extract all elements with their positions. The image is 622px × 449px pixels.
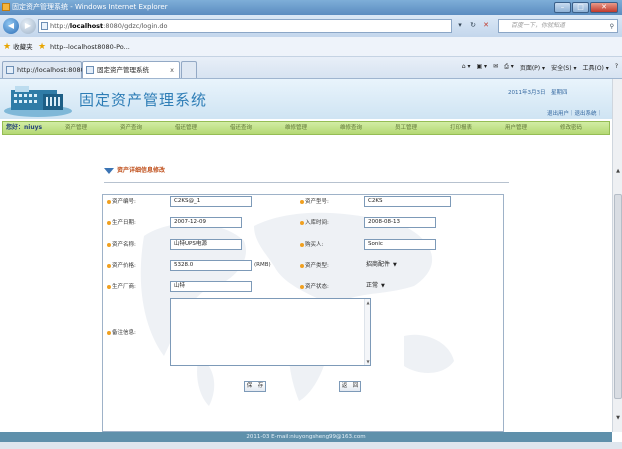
page-icon: [41, 22, 48, 30]
asset-name-input[interactable]: 山特UPS电源: [170, 239, 242, 250]
forward-arrow-icon[interactable]: ▶: [20, 18, 36, 34]
panel-title: 资产详细信息修改: [104, 164, 165, 178]
price-unit: (RMB): [254, 262, 271, 268]
back-arrow-icon[interactable]: ◀: [3, 18, 19, 34]
address-tools: ▾ ↻ ✕: [455, 20, 491, 30]
notes-label: 备注信息:: [107, 328, 136, 338]
tab-localhost[interactable]: http://localhost:8080/Po...: [2, 61, 101, 78]
buyer-label: 购买人:: [300, 240, 323, 250]
help-icon[interactable]: ?: [615, 63, 618, 72]
page-content: 固定资产管理系统 2011年3月3日 星期四 退出用户｜退出系统｜ 您好：niu…: [0, 79, 612, 432]
textarea-scrollbar[interactable]: ▲ ▼: [364, 299, 370, 365]
command-bar: ⌂ ▾ ▣ ▾ ✉ ⎙ ▾ 页面(P) ▾ 安全(S) ▾ 工具(O) ▾ ?: [462, 63, 618, 72]
menu-item-user-manage[interactable]: 用户管理: [505, 122, 527, 134]
tab-asset-system[interactable]: 固定资产管理系统 x: [82, 61, 180, 78]
site-brand-title: 固定资产管理系统: [79, 91, 208, 109]
save-button[interactable]: 保 存: [244, 381, 266, 392]
status-bar: [0, 442, 622, 449]
produced-date-label: 生产日期:: [107, 218, 136, 228]
site-banner: 固定资产管理系统 2011年3月3日 星期四 退出用户｜退出系统｜: [0, 79, 612, 119]
asset-status-select[interactable]: 正常 ▼: [366, 280, 385, 292]
chevron-down-icon: ▼: [393, 262, 397, 268]
search-icon[interactable]: ⚲: [610, 21, 614, 33]
ie-app-icon: [2, 3, 10, 11]
back-button[interactable]: 返 回: [339, 381, 361, 392]
star-icon: ★: [3, 42, 12, 52]
asset-no-input[interactable]: C2KS@_1: [170, 196, 252, 207]
menu-item-borrow-query[interactable]: 借还查询: [230, 122, 252, 134]
menu-item-change-password[interactable]: 修改密码: [560, 122, 582, 134]
page-scrollbar[interactable]: ▲ ▼: [612, 79, 622, 432]
url-input[interactable]: http://localhost:8080/gdzc/login.do: [38, 19, 452, 33]
triangle-down-icon: [104, 168, 114, 174]
menu-item-print-report[interactable]: 打印报表: [450, 122, 472, 134]
window-title: 固定资产管理系统 - Windows Internet Explorer: [12, 3, 168, 11]
tools-menu[interactable]: 工具(O) ▾: [582, 63, 608, 72]
tab-bar: http://localhost:8080/Po... 固定资产管理系统 x ⌂…: [0, 57, 622, 79]
safety-menu[interactable]: 安全(S) ▾: [551, 63, 576, 72]
refresh-icon[interactable]: ↻: [468, 20, 478, 30]
window-titlebar: 固定资产管理系统 - Windows Internet Explorer – □…: [0, 0, 622, 15]
menu-item-repair-query[interactable]: 维修查询: [340, 122, 362, 134]
minimize-icon[interactable]: –: [554, 2, 571, 13]
asset-edit-form: 资产编号: C2KS@_1 资产型号: C2KS 生产日期: 2007-12-0…: [102, 194, 504, 432]
stored-date-input[interactable]: 2008-08-13: [364, 217, 436, 228]
notes-textarea[interactable]: ▲ ▼: [170, 298, 371, 366]
stored-date-label: 入库时间:: [300, 218, 329, 228]
dropdown-icon[interactable]: ▾: [455, 20, 465, 30]
feeds-icon[interactable]: ▣ ▾: [476, 63, 487, 72]
page-icon: [86, 66, 94, 74]
produced-date-input[interactable]: 2007-12-09: [170, 217, 242, 228]
menu-item-asset-query[interactable]: 资产查询: [120, 122, 142, 134]
print-icon[interactable]: ⎙ ▾: [504, 63, 514, 72]
page-icon: [6, 66, 14, 74]
scroll-down-icon[interactable]: ▼: [614, 414, 622, 423]
favorites-bar: ★ 收藏夹 ★ http--localhost8080-Po...: [0, 37, 622, 57]
price-label: 资产价格:: [107, 261, 136, 271]
asset-type-label: 资产类型:: [300, 261, 329, 271]
search-input[interactable]: 百度一下，你就知道 ⚲: [498, 19, 618, 33]
menu-item-staff-manage[interactable]: 员工管理: [395, 122, 417, 134]
main-menu: 您好：niuys 资产管理 资产查询 借还管理 借还查询 维修管理 维修查询 员…: [2, 121, 610, 135]
scroll-thumb[interactable]: [614, 194, 622, 399]
favorites-button[interactable]: ★ 收藏夹: [3, 37, 33, 57]
maker-label: 生产厂商:: [107, 282, 136, 292]
page-footer: 2011-03 E-mail:niuyongsheng99@163.com: [0, 432, 612, 442]
status-label: 资产状态:: [300, 282, 329, 292]
model-label: 资产型号:: [300, 197, 329, 207]
menu-item-asset-manage[interactable]: 资产管理: [65, 122, 87, 134]
menu-item-repair-manage[interactable]: 维修管理: [285, 122, 307, 134]
maximize-icon[interactable]: □: [572, 2, 589, 13]
close-window-icon[interactable]: ✕: [590, 2, 618, 13]
asset-no-label: 资产编号:: [107, 197, 136, 207]
home-icon[interactable]: ⌂ ▾: [462, 63, 471, 72]
asset-type-select[interactable]: 招商配件 ▼: [366, 259, 397, 271]
asset-name-label: 资产名称:: [107, 240, 136, 250]
divider: [104, 182, 509, 183]
building-logo-icon: [4, 86, 72, 117]
price-input[interactable]: 5328.0: [170, 260, 252, 271]
mail-icon[interactable]: ✉: [493, 63, 498, 72]
model-input[interactable]: C2KS: [364, 196, 451, 207]
user-greeting: 您好：niuys: [6, 124, 43, 131]
add-favorite-icon[interactable]: ★: [38, 37, 46, 57]
menu-item-borrow-manage[interactable]: 借还管理: [175, 122, 197, 134]
scroll-up-icon[interactable]: ▲: [614, 167, 622, 176]
chevron-down-icon: ▼: [381, 283, 385, 289]
page-menu[interactable]: 页面(P) ▾: [520, 63, 545, 72]
new-tab-button[interactable]: [181, 61, 197, 78]
favorite-link[interactable]: http--localhost8080-Po...: [50, 37, 130, 57]
logout-links[interactable]: 退出用户｜退出系统｜: [547, 109, 602, 117]
window-controls: – □ ✕: [554, 2, 618, 13]
maker-input[interactable]: 山特: [170, 281, 252, 292]
stop-icon[interactable]: ✕: [481, 20, 491, 30]
current-date: 2011年3月3日 星期四: [508, 90, 568, 96]
close-tab-icon[interactable]: x: [170, 62, 174, 78]
address-bar: ◀ ▶ http://localhost:8080/gdzc/login.do …: [0, 15, 622, 37]
buyer-input[interactable]: Sonic: [364, 239, 436, 250]
